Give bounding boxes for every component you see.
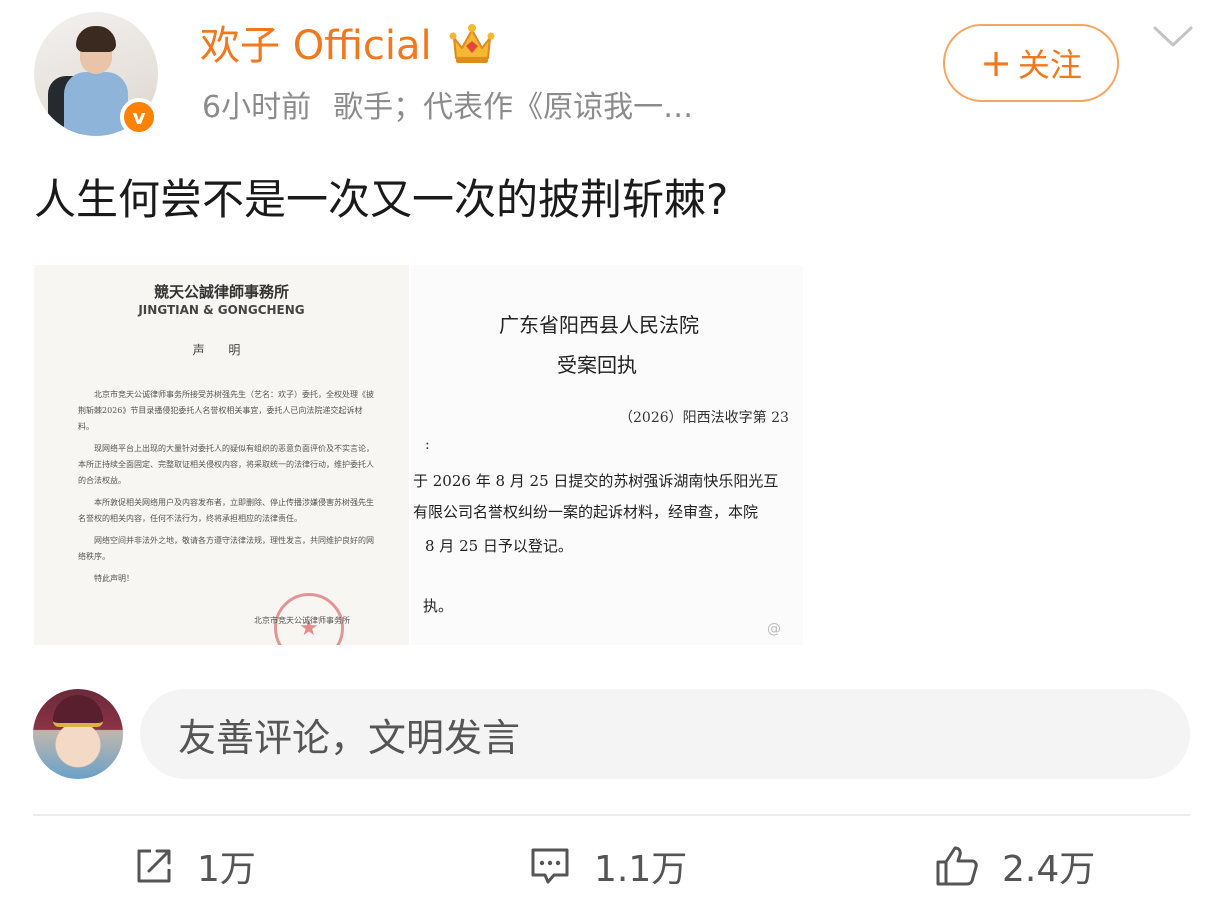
author-name[interactable]: 欢子 Official (200, 20, 432, 72)
court-name: 广东省阳西县人民法院 (499, 313, 699, 337)
post-time: 6小时前 (202, 90, 312, 125)
statement-title: 声 明 (192, 343, 251, 357)
post-text: 人生何尝不是一次又一次的披荆斩棘? (34, 175, 729, 224)
divider (33, 814, 1190, 816)
receipt-title: 受案回执 (557, 353, 637, 377)
statement-signature: 北京市竞天公诚律师事务所 (254, 616, 350, 625)
post-meta: 6小时前 歌手；代表作《原谅我一… (202, 86, 693, 130)
comment-placeholder: 友善评论，文明发言 (178, 715, 521, 760)
receipt-colon: : (425, 437, 430, 453)
share-count: 1万 (197, 849, 256, 890)
like-button[interactable]: 2.4万 (934, 836, 1095, 896)
share-icon (137, 849, 171, 883)
share-button[interactable]: 1万 (133, 836, 256, 896)
comment-count: 1.1万 (594, 849, 688, 890)
current-user-avatar[interactable] (33, 689, 123, 779)
comment-button[interactable]: 1.1万 (528, 836, 687, 896)
receipt-line: 8 月 25 日予以登记。 (425, 537, 573, 555)
avatar-hair (76, 26, 116, 52)
firm-name-en: JINGTIAN & GONGCHENG (138, 303, 305, 317)
crown-icon (449, 24, 495, 63)
author-description: 歌手；代表作《原谅我一… (333, 90, 694, 125)
statement-image[interactable]: 競天公誠律師事務所 JINGTIAN & GONGCHENG 声 明 北京市竞天… (34, 265, 409, 645)
comment-input[interactable]: 友善评论，文明发言 (140, 689, 1190, 779)
statement-paragraph: 网络空间并非法外之地，敬请各方遵守法律法规，理性发言，共同维护良好的网络秩序。 (78, 536, 374, 561)
statement-paragraph: 北京市竞天公诚律师事务所接受苏树强先生（艺名：欢子）委托，全权处理《披荆斩棘20… (78, 390, 374, 431)
weibo-post: v 欢子 Official 6小时前 歌手；代表作《原谅我一… + 关注 人生何尝… (0, 0, 1231, 918)
avatar-shirt (64, 72, 128, 136)
court-receipt-image[interactable]: 广东省阳西县人民法院 受案回执 （2026）阳西法收字第 23 : 于 2026… (411, 265, 803, 645)
statement-paragraph: 现网络平台上出现的大量针对委托人的疑似有组织的恶意负面评价及不实言论，本所正持续… (78, 444, 374, 485)
like-count: 2.4万 (1002, 849, 1096, 890)
follow-label: 关注 (1017, 46, 1082, 84)
statement-paragraph: 本所敦促相关网络用户及内容发布者，立即删除、停止传播涉嫌侵害苏树强先生名誉权的相… (78, 498, 374, 523)
receipt-line: 执。 (423, 597, 454, 615)
comment-icon (531, 848, 569, 884)
thumbs-up-icon (936, 846, 978, 886)
case-number: （2026）阳西法收字第 23 (619, 410, 789, 426)
receipt-line: 于 2026 年 8 月 25 日提交的苏树强诉湖南快乐阳光互 (413, 472, 779, 490)
statement-paragraph: 特此声明！ (94, 574, 134, 583)
plus-icon: + (980, 41, 1012, 85)
receipt-line: 有限公司名誉权纠纷一案的起诉材料，经审查，本院 (413, 503, 759, 521)
follow-button[interactable]: + 关注 (943, 24, 1119, 102)
chevron-down-icon[interactable] (1152, 24, 1194, 50)
firm-name: 競天公誠律師事務所 (153, 283, 289, 301)
weibo-watermark: @ (767, 621, 781, 637)
avatar-hat (53, 695, 103, 727)
verified-badge: v (120, 98, 158, 136)
